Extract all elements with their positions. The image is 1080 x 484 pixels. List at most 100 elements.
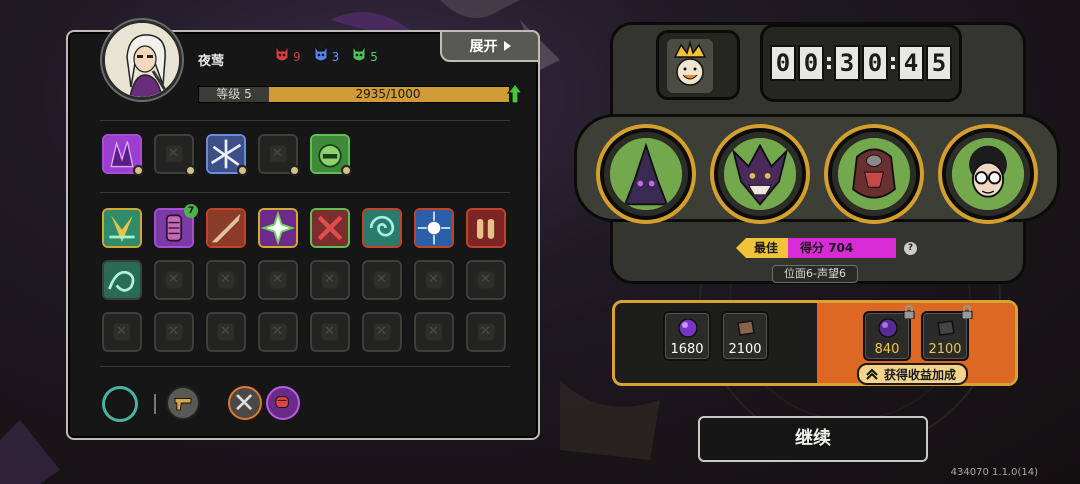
level-up-arrow-icon[interactable] (507, 83, 523, 105)
relic-slot-empty[interactable]: ✕ (258, 260, 298, 300)
reward-orb[interactable]: 1680 (663, 311, 711, 361)
empty-x-icon: ✕ (116, 324, 127, 339)
red-mask-value: 9 (293, 50, 301, 64)
relic-slot-empty[interactable]: ✕ (154, 260, 194, 300)
red-mask-icon (275, 44, 289, 62)
skill-slot-5[interactable] (310, 134, 352, 176)
green-mask-icon (352, 44, 366, 62)
boss-machine-panel: 0 0 3 0 4 5 最佳 得分 704 ? 位面6-声望6 (574, 12, 1060, 292)
empty-x-icon: ✕ (428, 324, 439, 339)
red-bullets-relic-icon (468, 210, 504, 246)
relic-slot-1[interactable] (102, 208, 142, 248)
relic-slot-empty[interactable]: ✕ (466, 260, 506, 300)
skill-slot-3[interactable] (206, 134, 248, 176)
version-label: 434070 1.1.0(14) (950, 467, 1038, 478)
skill-level-badge (133, 165, 144, 176)
green-burst-relic-icon (104, 210, 140, 246)
reward-orb-value: 1680 (670, 342, 704, 357)
relic-level-badge: 7 (184, 204, 198, 218)
relic-slot-6[interactable] (362, 208, 402, 248)
relic-slot-empty[interactable]: ✕ (414, 312, 454, 352)
continue-button[interactable]: 继续 (698, 416, 928, 462)
relic-slot-empty[interactable]: ✕ (466, 312, 506, 352)
timer-digit: 3 (834, 45, 860, 81)
boss-portrait-1[interactable] (600, 128, 692, 220)
empty-x-icon: ✕ (272, 146, 283, 161)
green-mask-value: 5 (370, 50, 378, 64)
red-fist-icon[interactable] (266, 386, 300, 420)
bonus-reward-plate[interactable]: 2100 (921, 305, 973, 361)
empty-x-icon: ✕ (168, 272, 179, 287)
relic-slot-empty[interactable]: ✕ (154, 312, 194, 352)
empty-x-icon: ✕ (324, 324, 335, 339)
empty-x-icon: ✕ (220, 324, 231, 339)
empty-x-icon: ✕ (376, 272, 387, 287)
relic-slot-3[interactable] (206, 208, 246, 248)
character-panel: 展开 夜莺 9 3 5 等级 5 2935/1000 ✕ ✕ 7 ✕ ✕ ✕ ✕… (66, 20, 540, 440)
boss-portrait-4[interactable] (942, 128, 1034, 220)
divider (100, 366, 510, 367)
empty-x-icon: ✕ (480, 272, 491, 287)
relic-slot-8[interactable] (466, 208, 506, 248)
skill-slot-1[interactable] (102, 134, 144, 176)
empty-ring-slot[interactable] (102, 386, 138, 422)
timer-digit: 4 (898, 45, 924, 81)
bonus-reward-orb[interactable]: 840 (863, 305, 915, 361)
green-shadow-boss-icon (610, 138, 682, 210)
brown-blade-relic-icon (208, 210, 244, 246)
reward-plate[interactable]: 2100 (721, 311, 769, 361)
mask-counts: 9 3 5 (274, 44, 378, 64)
relic-slot-empty[interactable]: ✕ (310, 260, 350, 300)
relic-slot-empty[interactable]: ✕ (362, 312, 402, 352)
separator (154, 394, 156, 414)
crown-box (656, 30, 740, 100)
timer-colon (826, 53, 832, 73)
empty-x-icon: ✕ (376, 324, 387, 339)
relic-slot-empty[interactable]: ✕ (102, 312, 142, 352)
relic-slot-empty[interactable]: ✕ (206, 260, 246, 300)
level-label: 等级 5 (199, 87, 269, 102)
relic-slot-2[interactable]: 7 (154, 204, 198, 248)
relic-slot-4[interactable] (258, 208, 298, 248)
empty-x-icon: ✕ (428, 272, 439, 287)
crown-mascot-icon (667, 39, 713, 93)
dark-plate-icon (937, 320, 955, 336)
level-progress-bar: 等级 5 2935/1000 (198, 83, 523, 104)
relic-slot-7[interactable] (414, 208, 454, 248)
gun-icon[interactable] (166, 386, 200, 420)
character-name: 夜莺 (198, 54, 225, 69)
boss-portrait-2[interactable] (714, 128, 806, 220)
stage-label: 位面6-声望6 (772, 265, 858, 283)
blue-spark-relic-icon (416, 210, 452, 246)
skill-slot-4-empty[interactable]: ✕ (258, 134, 300, 176)
divider (100, 120, 510, 121)
bonus-plate-value: 2100 (928, 342, 962, 357)
relic-slot-empty[interactable]: ✕ (258, 312, 298, 352)
relic-slot-5[interactable] (310, 208, 350, 248)
relic-slot-empty[interactable]: ✕ (206, 312, 246, 352)
blue-mask-icon (314, 44, 328, 62)
run-timer: 0 0 3 0 4 5 (760, 24, 962, 102)
timer-colon (890, 53, 896, 73)
bonus-income-button[interactable]: 获得收益加成 (857, 363, 969, 385)
lock-icon (961, 305, 973, 319)
blue-mask-count: 3 (313, 44, 339, 64)
red-mask-count: 9 (274, 44, 301, 64)
crossed-blades-icon[interactable] (228, 386, 262, 420)
green-dragon-relic-icon (104, 262, 140, 298)
green-mask-count: 5 (351, 44, 378, 64)
skill-slot-2-empty[interactable]: ✕ (154, 134, 196, 176)
skill-level-badge (237, 165, 248, 176)
empty-x-icon: ✕ (168, 324, 179, 339)
help-icon[interactable]: ? (904, 241, 918, 255)
timer-digit: 5 (926, 45, 952, 81)
character-avatar[interactable] (102, 20, 182, 100)
brown-plate-icon (737, 320, 755, 336)
relic-slot-empty[interactable]: ✕ (362, 260, 402, 300)
expand-button[interactable]: 展开 (440, 30, 540, 62)
relic-slot-empty[interactable]: ✕ (310, 312, 350, 352)
relic-slot-empty[interactable]: ✕ (414, 260, 454, 300)
boss-portrait-3[interactable] (828, 128, 920, 220)
xp-text: 2935/1000 (355, 87, 421, 101)
relic-slot-9[interactable] (102, 260, 142, 300)
